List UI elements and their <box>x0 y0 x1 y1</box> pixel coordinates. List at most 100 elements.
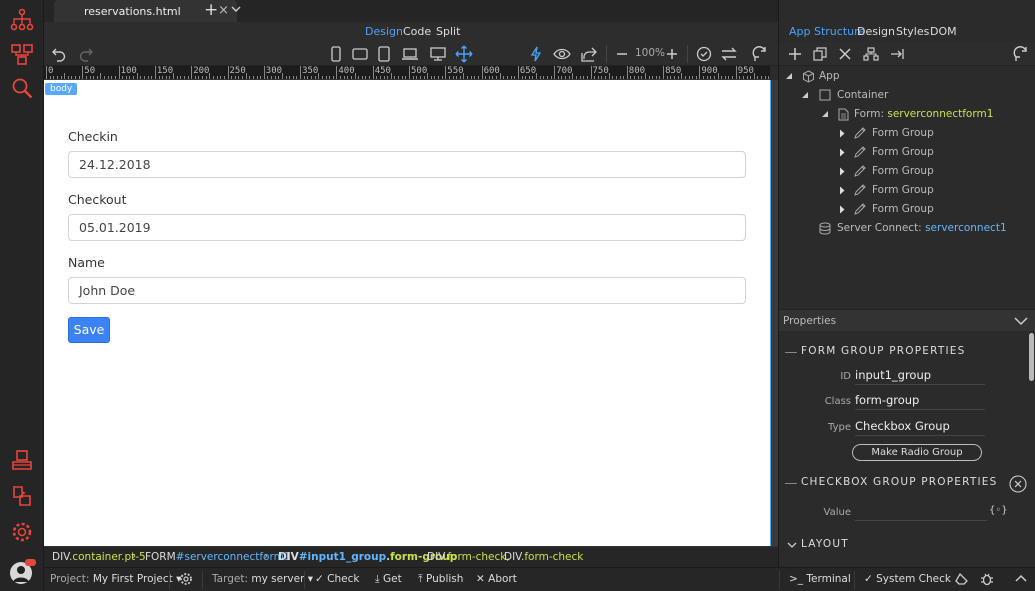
tab-dom[interactable]: DOM <box>930 25 957 38</box>
ruler-tick <box>361 76 363 79</box>
database-icon <box>819 222 831 235</box>
system-check-button[interactable]: ✓ System Check <box>864 573 951 585</box>
fit-width-icon[interactable] <box>454 45 474 63</box>
ruler-tick <box>692 76 694 79</box>
ruler-tick <box>739 76 741 79</box>
eraser-icon[interactable] <box>954 572 970 586</box>
properties-title: Properties <box>783 315 837 327</box>
add-icon[interactable] <box>785 45 805 63</box>
refresh-structure-icon[interactable] <box>1011 45 1031 63</box>
ruler-tick <box>310 76 312 79</box>
tab-styles[interactable]: Styles <box>896 25 929 38</box>
id-field[interactable]: input1_group <box>855 368 985 385</box>
live-preview-bolt-icon[interactable] <box>526 45 546 63</box>
mode-split[interactable]: Split <box>436 25 460 38</box>
ruler-tick <box>144 76 145 79</box>
canvas-scrollbar[interactable] <box>770 80 778 546</box>
ruler-label: 550 <box>447 66 464 76</box>
properties-header[interactable]: Properties <box>779 309 1035 331</box>
settings-gear-icon[interactable] <box>6 516 38 548</box>
mode-design[interactable]: Design <box>365 25 403 38</box>
publish-manager-icon[interactable] <box>6 444 38 476</box>
chevron-down-icon[interactable] <box>231 3 241 15</box>
ruler-tick <box>717 73 719 79</box>
name-input[interactable]: John Doe <box>68 277 746 304</box>
dynamic-data-picker-icon[interactable]: {◦} <box>989 505 1008 516</box>
target-selector[interactable]: Target: my server ▾ <box>212 573 313 585</box>
checkout-input[interactable]: 05.01.2019 <box>68 214 746 241</box>
body-element-badge[interactable]: body <box>45 83 78 95</box>
project-selector[interactable]: Project: My First Project ▾ <box>50 573 181 585</box>
breadcrumb-item-form-check-2[interactable]: DIV.form-check <box>504 551 583 563</box>
design-canvas[interactable]: body Checkin 24.12.2018 Checkout 05.01.2… <box>44 80 770 546</box>
mobile-view-icon[interactable] <box>326 45 346 63</box>
ruler-label: 850 <box>665 66 682 76</box>
type-field[interactable]: Checkbox Group <box>855 419 985 436</box>
app-structure-icon[interactable] <box>6 4 38 36</box>
ruler-tick <box>583 76 585 79</box>
swap-icon[interactable] <box>719 45 739 63</box>
tablet-view-icon[interactable] <box>374 45 394 63</box>
breadcrumb-item-form[interactable]: FORM#serverconnectform1 <box>145 551 291 563</box>
ruler-tick <box>485 76 487 79</box>
preview-eye-icon[interactable] <box>552 45 572 63</box>
terminal-button[interactable]: >_ Terminal <box>789 573 851 585</box>
refresh-icon[interactable] <box>750 45 770 63</box>
phablet-view-icon[interactable] <box>350 45 370 63</box>
delete-x-icon[interactable] <box>835 45 855 63</box>
chevron-down-icon <box>787 542 797 548</box>
ruler-tick <box>430 76 432 79</box>
workflow-icon[interactable] <box>6 38 38 70</box>
ruler-tick <box>565 76 567 79</box>
ruler-tick <box>194 76 196 79</box>
id-label: ID <box>840 371 851 382</box>
remove-circle-icon[interactable] <box>1009 475 1027 493</box>
get-button[interactable]: ⤓ Get <box>375 573 402 586</box>
ruler-tick <box>423 76 425 79</box>
make-radio-group-button[interactable]: Make Radio Group <box>852 444 982 461</box>
ruler-tick <box>125 76 127 79</box>
extensions-icon[interactable] <box>6 480 38 512</box>
undo-icon[interactable] <box>49 45 69 63</box>
ruler-label: 400 <box>338 66 355 76</box>
ruler-label: 500 <box>411 66 428 76</box>
move-to-icon[interactable] <box>887 45 907 63</box>
breadcrumb-item-form-check[interactable]: DIV.form-check, <box>427 551 510 563</box>
ruler-tick <box>742 76 744 79</box>
validate-check-icon[interactable] <box>694 45 714 63</box>
ruler-tick <box>590 66 592 79</box>
laptop-view-icon[interactable] <box>400 45 420 63</box>
ruler-tick <box>256 76 258 79</box>
value-field[interactable] <box>855 504 987 521</box>
redo-icon[interactable] <box>76 45 96 63</box>
tab-design[interactable]: Design <box>857 25 895 38</box>
ruler-tick <box>699 66 701 79</box>
zoom-out-icon[interactable] <box>612 45 632 63</box>
ruler-tick <box>169 76 171 79</box>
desktop-view-icon[interactable] <box>428 45 448 63</box>
abort-button[interactable]: ✕ Abort <box>476 573 517 585</box>
debug-bug-icon[interactable] <box>980 572 994 586</box>
checkin-input[interactable]: 24.12.2018 <box>68 151 746 178</box>
properties-scrollbar[interactable] <box>1029 333 1034 381</box>
value-label: Value <box>823 507 851 518</box>
check-button[interactable]: ✓ Check <box>315 573 359 585</box>
new-tab-icon[interactable]: + <box>204 0 218 20</box>
share-icon[interactable] <box>579 45 599 63</box>
zoom-in-icon[interactable] <box>662 45 682 63</box>
publish-button[interactable]: ⤒ Publish <box>418 573 463 586</box>
mode-code[interactable]: Code <box>403 25 431 38</box>
tab-app-structure[interactable]: App Structure <box>789 25 865 38</box>
ruler-label: 200 <box>193 66 210 76</box>
duplicate-icon[interactable] <box>810 45 830 63</box>
search-icon[interactable] <box>6 72 38 104</box>
project-settings-gear-icon[interactable] <box>179 572 193 586</box>
ruler-tick <box>85 76 87 79</box>
close-tab-icon[interactable]: × <box>218 3 229 18</box>
class-field[interactable]: form-group <box>855 393 985 410</box>
wrap-structure-icon[interactable] <box>861 45 881 63</box>
user-avatar[interactable] <box>6 556 38 588</box>
ruler-tick <box>568 76 570 79</box>
chevron-up-icon[interactable] <box>1014 572 1028 586</box>
save-button[interactable]: Save <box>68 317 110 343</box>
